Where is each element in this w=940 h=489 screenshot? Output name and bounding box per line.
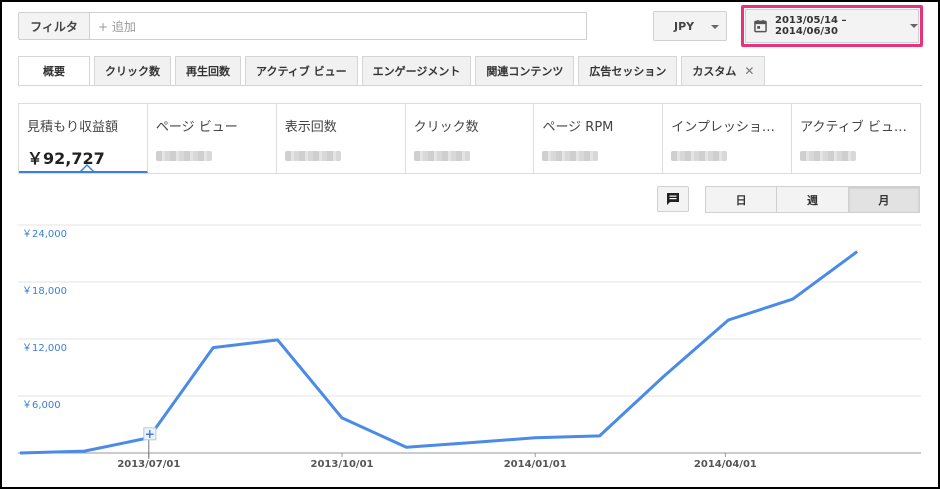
chevron-down-icon bbox=[910, 24, 918, 28]
tab-active-view[interactable]: アクティブ ビュー bbox=[245, 56, 358, 86]
metric-label: 表示回数 bbox=[284, 120, 337, 135]
metric-value-redacted bbox=[155, 151, 212, 161]
metric-label: インプレッショ… bbox=[671, 120, 775, 135]
metric-page-rpm[interactable]: ページ RPM bbox=[534, 104, 664, 173]
currency-label: JPY bbox=[674, 19, 695, 33]
tab-label: クリック数 bbox=[105, 65, 160, 78]
metric-page-views[interactable]: ページ ビュー bbox=[148, 104, 277, 173]
tab-engagement[interactable]: エンゲージメント bbox=[361, 56, 472, 86]
comment-icon bbox=[667, 193, 679, 205]
tab-custom[interactable]: カスタム ✕ bbox=[681, 56, 766, 86]
filter-add-input[interactable]: + 追加 bbox=[89, 12, 587, 40]
filter-button[interactable]: フィルタ bbox=[18, 12, 90, 40]
tab-ad-sessions[interactable]: 広告セッション bbox=[578, 56, 678, 86]
metric-value-redacted bbox=[284, 151, 341, 161]
date-range-label: 2013/05/14 – 2014/06/30 bbox=[775, 15, 847, 37]
report-tabs: 概要 クリック数 再生回数 アクティブ ビュー エンゲージメント 関連コンテンツ… bbox=[18, 56, 769, 86]
tab-clicks[interactable]: クリック数 bbox=[94, 56, 171, 86]
tab-related-content[interactable]: 関連コンテンツ bbox=[475, 56, 575, 86]
metric-label: ページ RPM bbox=[542, 120, 614, 135]
tab-divider bbox=[18, 85, 922, 86]
metric-active-view[interactable]: アクティブ ビュ… bbox=[792, 104, 920, 173]
metric-label: ページ ビュー bbox=[155, 120, 238, 135]
tab-plays[interactable]: 再生回数 bbox=[175, 56, 241, 86]
period-toggle: 日 週 月 bbox=[705, 186, 920, 213]
metric-estimated-earnings[interactable]: 見積もり収益額 ￥92,727 bbox=[19, 104, 148, 173]
metric-cards: 見積もり収益額 ￥92,727 ページ ビュー 表示回数 クリック数 ページ R… bbox=[18, 103, 921, 174]
metric-impression-rpm[interactable]: インプレッショ… bbox=[663, 104, 793, 173]
tab-label: 概要 bbox=[43, 65, 65, 78]
close-icon[interactable]: ✕ bbox=[744, 64, 754, 78]
tab-overview[interactable]: 概要 bbox=[18, 56, 90, 86]
date-range-picker[interactable]: 2013/05/14 – 2014/06/30 bbox=[745, 9, 919, 43]
period-week-button[interactable]: 週 bbox=[776, 186, 849, 213]
metric-impressions[interactable]: 表示回数 bbox=[277, 104, 406, 173]
annotation-button[interactable] bbox=[657, 186, 689, 212]
currency-select[interactable]: JPY bbox=[653, 11, 727, 41]
metric-label: 見積もり収益額 bbox=[27, 120, 119, 135]
period-month-button[interactable]: 月 bbox=[847, 186, 920, 213]
metric-value-redacted bbox=[542, 151, 599, 161]
chevron-down-icon bbox=[711, 25, 719, 29]
tab-label: アクティブ ビュー bbox=[256, 65, 347, 78]
tab-label: 広告セッション bbox=[589, 65, 667, 78]
tab-label: エンゲージメント bbox=[372, 65, 461, 78]
calendar-icon bbox=[754, 19, 767, 33]
metric-clicks[interactable]: クリック数 bbox=[406, 104, 535, 173]
metric-value-redacted bbox=[413, 151, 470, 161]
metric-value-redacted bbox=[800, 151, 857, 161]
tab-label: カスタム bbox=[692, 65, 737, 78]
period-day-button[interactable]: 日 bbox=[705, 186, 778, 213]
tab-label: 再生回数 bbox=[186, 65, 230, 78]
metric-value-redacted bbox=[671, 151, 728, 161]
metric-value: ￥92,727 bbox=[27, 149, 105, 168]
metric-label: クリック数 bbox=[413, 120, 479, 135]
metric-label: アクティブ ビュ… bbox=[800, 120, 907, 135]
tab-label: 関連コンテンツ bbox=[486, 65, 564, 78]
